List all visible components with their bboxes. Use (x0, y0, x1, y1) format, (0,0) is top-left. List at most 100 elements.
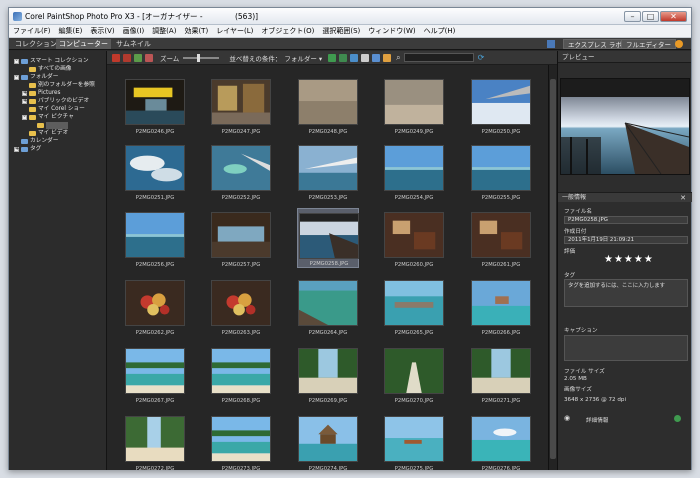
thumbnail-image[interactable] (471, 79, 531, 125)
thumbnail-image[interactable] (211, 280, 271, 326)
close-button[interactable]: ✕ (660, 10, 687, 22)
tag-remove-icon[interactable] (339, 53, 348, 62)
thumbnail-item[interactable]: P2MG0254.JPG (383, 141, 445, 201)
thumbnail-item[interactable]: P2MG0252.JPG (210, 141, 272, 201)
tab-collection[interactable]: コレクション (12, 39, 60, 49)
menu-item-4[interactable]: 調整(A) (148, 26, 180, 36)
full-editor-button[interactable]: フルエディター (621, 39, 677, 49)
thumbnail-image[interactable] (471, 416, 531, 462)
menu-item-3[interactable]: 画像(I) (119, 26, 149, 36)
thumbnail-image[interactable] (298, 348, 358, 394)
thumbnail-item[interactable]: P2MG0267.JPG (124, 344, 186, 404)
thumbnail-item[interactable]: P2MG0250.JPG (470, 75, 532, 135)
expand-toggle-icon[interactable]: + (14, 146, 19, 152)
delete-icon[interactable] (112, 53, 120, 62)
thumbnail-item[interactable]: P2MG0272.JPG (124, 412, 186, 470)
thumbnail-item[interactable]: P2MG0264.JPG (297, 276, 359, 336)
expand-details-icon[interactable]: ◉ (564, 414, 570, 422)
help-icon[interactable] (675, 40, 683, 48)
share-icon[interactable] (350, 53, 359, 62)
thumbnail-image[interactable] (384, 79, 444, 125)
minimize-button[interactable]: – (624, 10, 641, 22)
tree-item[interactable]: + Pictures (22, 89, 61, 97)
thumbnail-image[interactable] (125, 416, 185, 462)
thumbnail-item[interactable]: P2MG0274.JPG (297, 412, 359, 470)
thumbnail-item[interactable]: P2MG0266.JPG (470, 276, 532, 336)
print-icon[interactable] (361, 53, 370, 62)
thumbnail-item[interactable]: P2MG0269.JPG (297, 344, 359, 404)
tab-computer[interactable]: コンピューター (56, 39, 111, 49)
menu-item-1[interactable]: 編集(E) (55, 26, 87, 36)
thumbnail-image[interactable] (298, 79, 358, 125)
search-input[interactable] (403, 53, 474, 62)
tree-item[interactable]: - スマート コレクション (14, 57, 89, 65)
scrollbar-thumb[interactable] (550, 79, 556, 459)
zoom-slider[interactable] (183, 53, 220, 62)
thumbnail-image[interactable] (384, 348, 444, 394)
tree-item[interactable]: マイ Corel ショー (22, 105, 85, 113)
thumbnail-image[interactable] (211, 145, 271, 191)
thumbnail-item[interactable]: P2MG0265.JPG (383, 276, 445, 336)
email-icon[interactable] (383, 53, 392, 62)
thumbnail-image[interactable] (298, 416, 358, 462)
tree-item[interactable] (30, 121, 68, 129)
thumbnail-item[interactable]: P2MG0251.JPG (124, 141, 186, 201)
thumbnail-image[interactable] (471, 280, 531, 326)
thumbnail-image[interactable] (298, 280, 358, 326)
menu-item-0[interactable]: ファイル(F) (9, 26, 55, 36)
tree-item[interactable]: + パブリックのビデオ (22, 97, 89, 105)
thumbnail-image[interactable] (384, 280, 444, 326)
thumbnail-image[interactable] (471, 145, 531, 191)
refresh-icon[interactable]: ⟳ (478, 53, 485, 62)
thumbnail-image[interactable] (125, 212, 185, 258)
date-field[interactable]: 2011年1月19日 21:09:21 (564, 236, 688, 244)
caption-input[interactable] (564, 335, 688, 361)
thumbnail-item[interactable]: P2MG0248.JPG (297, 75, 359, 135)
express-lab-button[interactable]: エクスプレス ラボ (563, 39, 627, 49)
menu-item-8[interactable]: 選択範囲(S) (318, 26, 364, 36)
thumbnail-item[interactable]: P2MG0249.JPG (383, 75, 445, 135)
menu-item-10[interactable]: ヘルプ(H) (420, 26, 460, 36)
tab-thumbnails[interactable]: サムネイル (113, 39, 154, 49)
adjust-icon[interactable] (134, 53, 142, 62)
thumbnail-item[interactable]: P2MG0263.JPG (210, 276, 272, 336)
details-label[interactable]: 詳細情報 (586, 416, 608, 424)
tree-item[interactable]: マイ ビデオ (22, 129, 68, 137)
thumbnail-item[interactable]: P2MG0253.JPG (297, 141, 359, 201)
tree-item[interactable]: 別のフォルダーを参照 (22, 81, 95, 89)
expand-toggle-icon[interactable]: + (22, 98, 27, 104)
thumbnail-image[interactable] (125, 145, 185, 191)
thumbnail-image[interactable] (211, 212, 271, 258)
close-info-icon[interactable]: ✕ (680, 193, 686, 203)
expand-toggle-icon[interactable]: - (22, 114, 27, 120)
thumbnail-image[interactable] (298, 145, 358, 191)
filename-field[interactable]: P2MG0258.JPG (564, 216, 688, 224)
thumbnail-item[interactable]: P2MG0247.JPG (210, 75, 272, 135)
menu-item-5[interactable]: 効果(T) (180, 26, 212, 36)
compare-icon[interactable] (372, 53, 381, 62)
thumbnail-item[interactable]: P2MG0275.JPG (383, 412, 445, 470)
thumbnail-image[interactable] (211, 416, 271, 462)
thumbnail-image[interactable] (125, 348, 185, 394)
thumbnail-item[interactable]: P2MG0260.JPG (383, 208, 445, 268)
menu-item-7[interactable]: オブジェクト(O) (257, 26, 318, 36)
menu-item-2[interactable]: 表示(V) (86, 26, 118, 36)
thumbnail-item[interactable]: P2MG0258.JPG (297, 208, 359, 268)
thumbnail-image[interactable] (299, 213, 359, 259)
thumbnail-item[interactable]: P2MG0270.JPG (383, 344, 445, 404)
grid-scrollbar[interactable] (548, 65, 557, 470)
expand-toggle-icon[interactable]: - (14, 58, 19, 64)
thumbnail-image[interactable] (125, 79, 185, 125)
info-section-header[interactable]: 一般情報 ✕ (558, 192, 692, 202)
thumbnail-item[interactable]: P2MG0246.JPG (124, 75, 186, 135)
thumbnail-item[interactable]: P2MG0268.JPG (210, 344, 272, 404)
menu-item-6[interactable]: レイヤー(L) (212, 26, 257, 36)
expand-toggle-icon[interactable]: + (22, 90, 27, 96)
redeye-icon[interactable] (145, 53, 153, 62)
thumbnail-item[interactable]: P2MG0271.JPG (470, 344, 532, 404)
thumbnail-item[interactable]: P2MG0255.JPG (470, 141, 532, 201)
menu-item-9[interactable]: ウィンドウ(W) (364, 26, 419, 36)
tree-item[interactable]: - フォルダー (14, 73, 58, 81)
thumbnail-image[interactable] (211, 79, 271, 125)
tags-input[interactable]: タグを追加するには、ここに入力します (564, 279, 688, 307)
